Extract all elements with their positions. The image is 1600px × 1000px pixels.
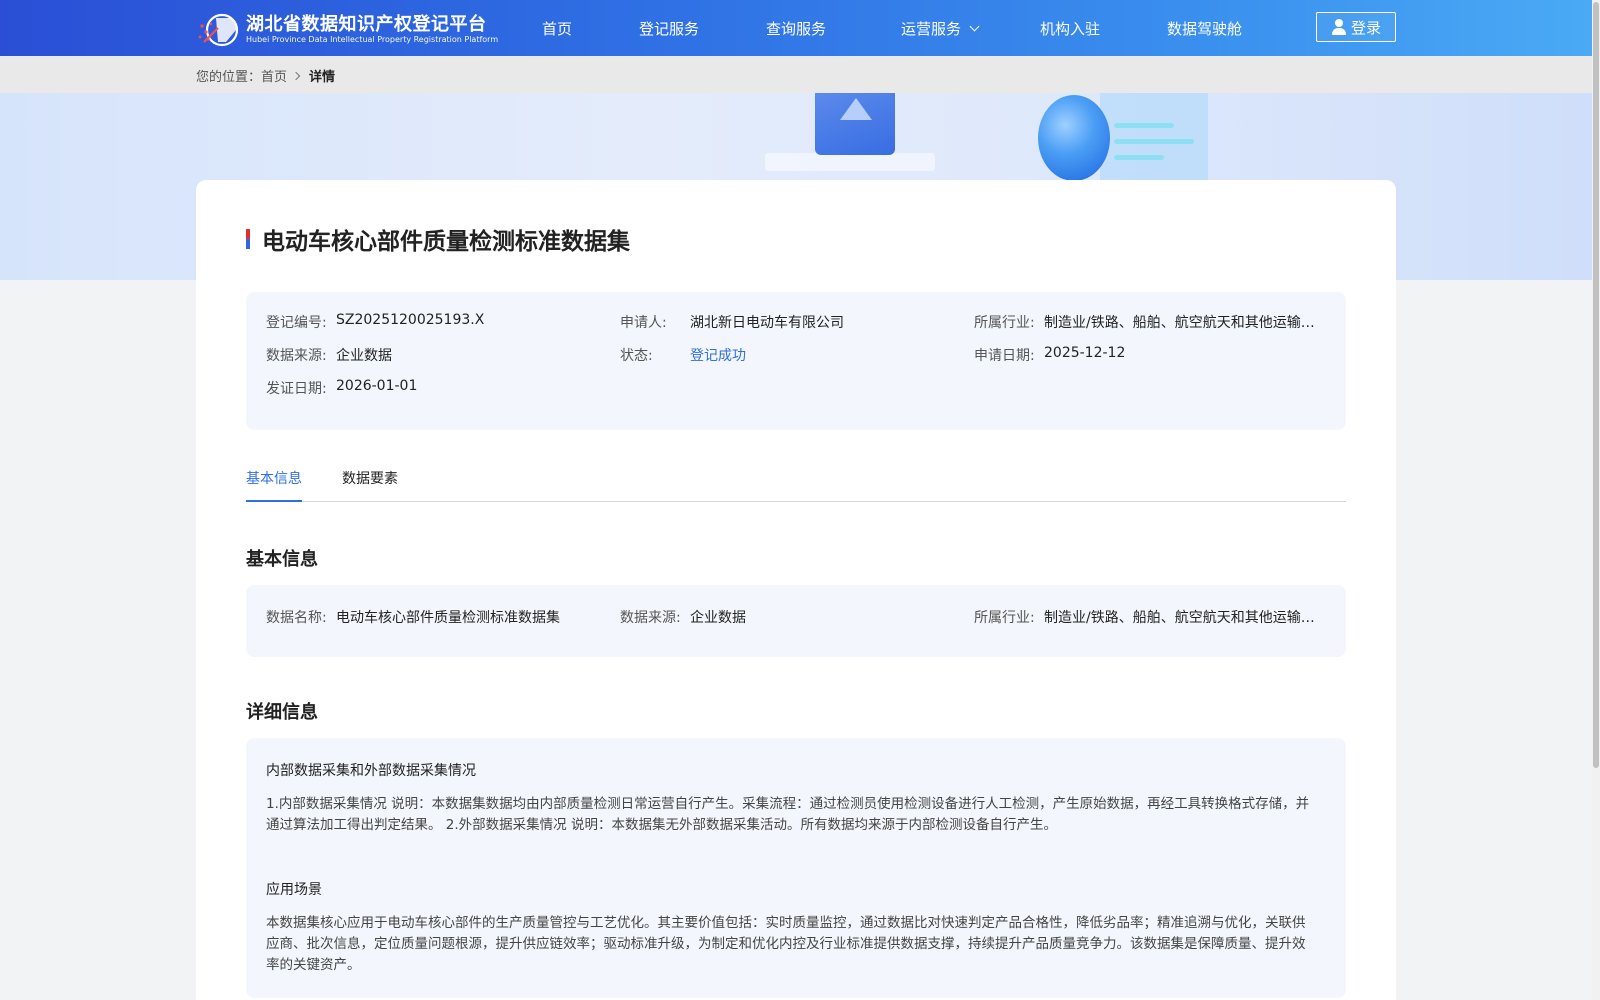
banner-stand-decoration xyxy=(765,153,935,171)
nav-query-service[interactable]: 查询服务 xyxy=(766,18,826,39)
field-apply-date: 申请日期: 2025-12-12 xyxy=(974,345,1126,364)
section-title-details: 详细信息 xyxy=(246,702,318,723)
scrollbar-thumb[interactable] xyxy=(1593,2,1599,768)
field-industry: 所属行业: 制造业/铁路、船舶、航空航天和其他运输设备制造业 xyxy=(974,315,1316,331)
user-icon xyxy=(1331,19,1347,35)
banner-sphere-decoration xyxy=(1038,95,1110,181)
page-title: 电动车核心部件质量检测标准数据集 xyxy=(262,229,630,255)
collection-text: 1.内部数据采集情况 说明：本数据集数据均由内部质量检测日常运营自行产生。采集流… xyxy=(266,796,1310,833)
breadcrumb-current: 详情 xyxy=(309,70,336,85)
chevron-down-icon xyxy=(969,21,980,32)
logo-text: 湖北省数据知识产权登记平台 Hubei Province Data Intell… xyxy=(246,15,498,45)
image-icon xyxy=(815,93,895,155)
platform-logo[interactable]: 湖北省数据知识产权登记平台 Hubei Province Data Intell… xyxy=(196,12,498,48)
field-data-industry: 所属行业: 制造业/铁路、船舶、航空航天和其他运输设备制造业 xyxy=(974,610,1316,626)
nav-operation-service[interactable]: 运营服务 xyxy=(901,18,980,39)
breadcrumb-bar: 您的位置： 首页 详情 xyxy=(0,56,1592,93)
nav-home[interactable]: 首页 xyxy=(542,18,572,39)
field-status: 状态: 登记成功 xyxy=(620,345,746,365)
tab-basic-info[interactable]: 基本信息 xyxy=(246,468,302,502)
tab-data-elements[interactable]: 数据要素 xyxy=(342,468,398,502)
login-label: 登录 xyxy=(1350,18,1381,37)
breadcrumb-prefix: 您的位置： xyxy=(196,70,262,85)
field-issue-date: 发证日期: 2026-01-01 xyxy=(266,378,418,397)
logo-title-cn: 湖北省数据知识产权登记平台 xyxy=(246,14,487,35)
chevron-right-icon xyxy=(291,71,301,80)
login-button[interactable]: 登录 xyxy=(1316,12,1396,42)
basic-info-box: 数据名称: 电动车核心部件质量检测标准数据集 数据来源: 企业数据 所属行业: … xyxy=(246,585,1346,657)
scenario-title: 应用场景 xyxy=(266,882,322,898)
field-data-name: 数据名称: 电动车核心部件质量检测标准数据集 xyxy=(266,610,560,626)
breadcrumb: 您的位置： 首页 详情 xyxy=(196,66,335,85)
title-accent-icon xyxy=(246,229,250,249)
detail-tabs: 基本信息 数据要素 xyxy=(246,468,1346,502)
detail-card: 电动车核心部件质量检测标准数据集 登记编号: SZ2025120025193.X… xyxy=(196,180,1396,1000)
top-header: 湖北省数据知识产权登记平台 Hubei Province Data Intell… xyxy=(0,0,1592,56)
logo-title-en: Hubei Province Data Intellectual Propert… xyxy=(246,35,499,44)
section-title-basic: 基本信息 xyxy=(246,549,318,570)
nav-registration-service[interactable]: 登记服务 xyxy=(639,18,699,39)
field-data-source: 数据来源: 企业数据 xyxy=(620,610,746,626)
collection-title: 内部数据采集和外部数据采集情况 xyxy=(266,763,476,779)
scenario-text: 本数据集核心应用于电动车核心部件的生产质量管控与工艺优化。其主要价值包括：实时质… xyxy=(266,915,1306,973)
field-reg-no: 登记编号: SZ2025120025193.X xyxy=(266,312,485,331)
field-source: 数据来源: 企业数据 xyxy=(266,348,392,364)
page-scrollbar[interactable] xyxy=(1592,0,1600,1000)
field-applicant: 申请人: 湖北新日电动车有限公司 xyxy=(620,315,844,331)
nav-institution-join[interactable]: 机构入驻 xyxy=(1040,18,1100,39)
detail-info-box: 内部数据采集和外部数据采集情况 1.内部数据采集情况 说明：本数据集数据均由内部… xyxy=(246,738,1346,998)
logo-emblem-icon xyxy=(196,12,244,48)
breadcrumb-home-link[interactable]: 首页 xyxy=(261,66,287,85)
summary-box: 登记编号: SZ2025120025193.X 申请人: 湖北新日电动车有限公司… xyxy=(246,292,1346,430)
status-badge: 登记成功 xyxy=(690,348,746,364)
nav-data-cockpit[interactable]: 数据驾驶舱 xyxy=(1167,18,1242,39)
